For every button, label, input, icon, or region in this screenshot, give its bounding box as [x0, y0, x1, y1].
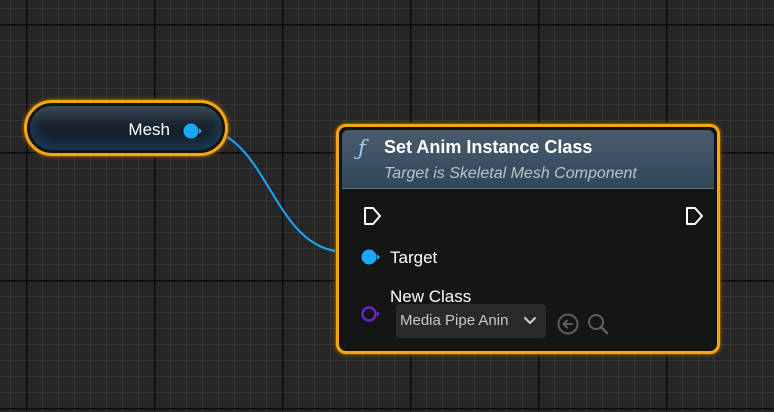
- search-icon[interactable]: [586, 312, 610, 336]
- arrow-left-circle-icon[interactable]: [556, 312, 580, 336]
- mesh-output-pin[interactable]: [182, 121, 202, 141]
- exec-in-pin[interactable]: [362, 206, 382, 226]
- node-title: Set Anim Instance Class: [384, 137, 593, 157]
- function-icon: ƒ: [358, 136, 366, 160]
- function-node-body: ƒ Set Anim Instance Class Target is Skel…: [342, 130, 714, 348]
- new-class-dropdown-value: Media Pipe Anin: [400, 312, 509, 329]
- target-input-pin[interactable]: [360, 247, 382, 267]
- new-class-dropdown[interactable]: Media Pipe Anin: [396, 304, 546, 338]
- chevron-down-icon: [524, 317, 536, 324]
- mesh-variable-label: Mesh: [128, 120, 170, 139]
- exec-out-pin[interactable]: [684, 206, 704, 226]
- node-subtitle: Target is Skeletal Mesh Component: [384, 165, 637, 182]
- function-node-header: ƒ Set Anim Instance Class Target is Skel…: [342, 130, 714, 189]
- mesh-variable-body: Mesh: [30, 106, 222, 150]
- target-pin-label: Target: [390, 248, 438, 267]
- new-class-input-pin[interactable]: [360, 304, 382, 324]
- mesh-variable-node[interactable]: Mesh: [24, 100, 228, 156]
- set-anim-instance-class-node[interactable]: ƒ Set Anim Instance Class Target is Skel…: [336, 124, 720, 354]
